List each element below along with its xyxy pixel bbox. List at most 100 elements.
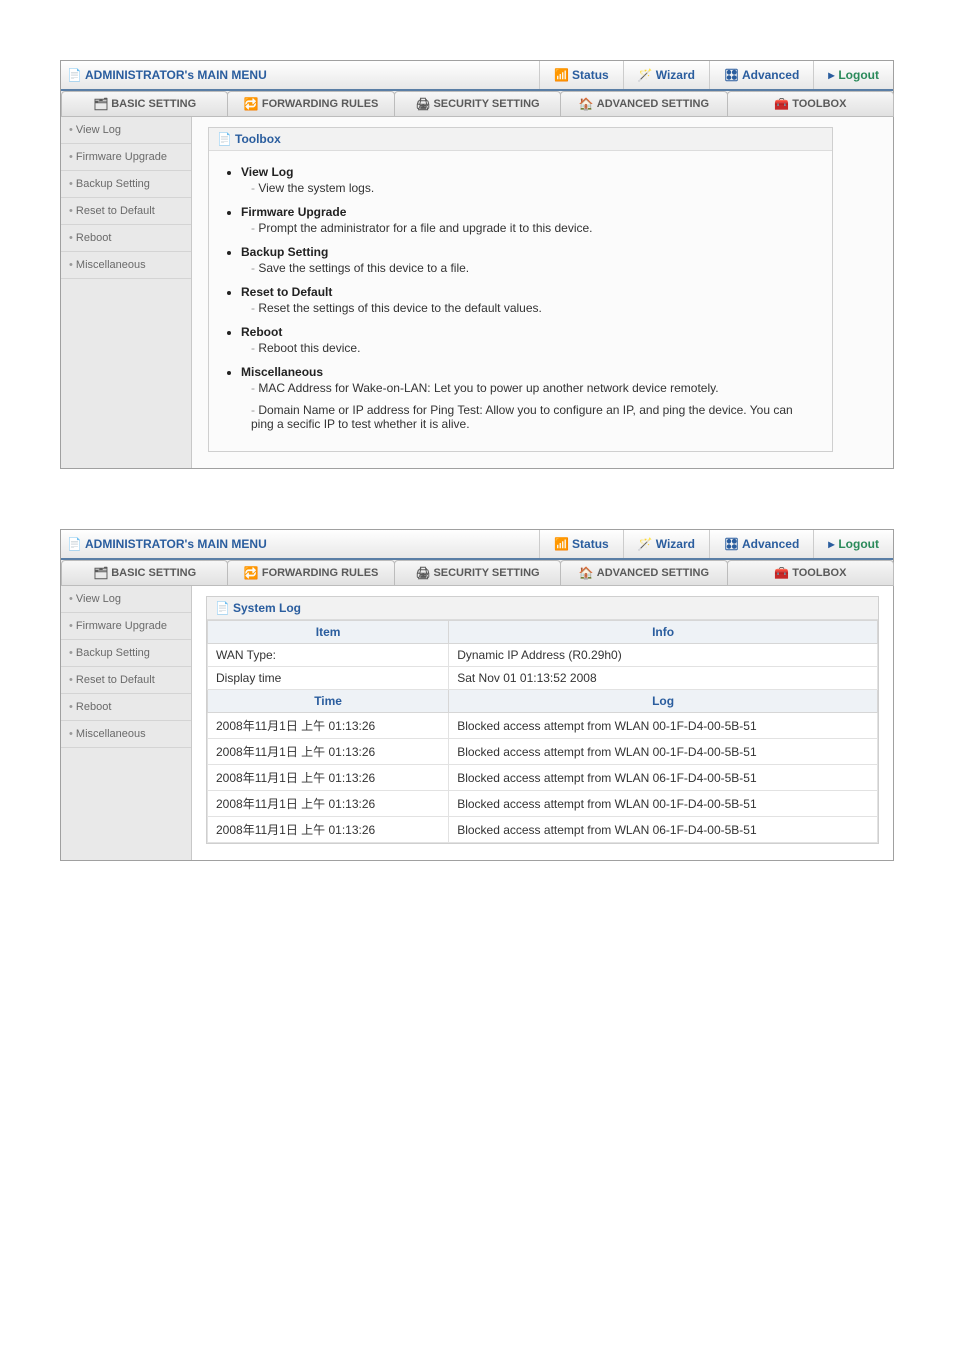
- tab-advanced[interactable]: ADVANCED SETTING: [560, 91, 727, 117]
- table-row: 2008年11月1日 上午 01:13:26 Blocked access at…: [208, 817, 878, 843]
- top-bar-2: ADMINISTRATOR's MAIN MENU Status Wizard …: [61, 530, 893, 560]
- table-row: Display time Sat Nov 01 01:13:52 2008: [208, 667, 878, 690]
- toolbox-backup-title: Backup Setting: [241, 245, 328, 259]
- topbar-status[interactable]: Status: [539, 61, 623, 89]
- sidebar-item-backup-2[interactable]: Backup Setting: [61, 640, 191, 667]
- advanced-tab-icon: [579, 566, 593, 580]
- col-time: Time: [208, 690, 449, 713]
- systemlog-head: System Log: [207, 597, 878, 620]
- toolbox-backup[interactable]: Backup Setting Save the settings of this…: [241, 245, 814, 281]
- sidebar-item-reset[interactable]: Reset to Default: [61, 198, 191, 225]
- info-val: Dynamic IP Address (R0.29h0): [449, 644, 878, 667]
- table-row: WAN Type: Dynamic IP Address (R0.29h0): [208, 644, 878, 667]
- topbar-logout[interactable]: ▸ Logout: [813, 61, 893, 89]
- log-msg: Blocked access attempt from WLAN 00-1F-D…: [449, 739, 878, 765]
- toolbox-viewlog-title: View Log: [241, 165, 293, 179]
- tab-forwarding-2[interactable]: FORWARDING RULES: [227, 560, 394, 586]
- toolbox-viewlog[interactable]: View Log View the system logs.: [241, 165, 814, 201]
- toolbox-misc-desc2: Domain Name or IP address for Ping Test:…: [241, 401, 814, 437]
- topbar-advanced[interactable]: Advanced: [709, 61, 813, 89]
- toolbox-firmware-desc: Prompt the administrator for a file and …: [241, 219, 814, 241]
- table-row: 2008年11月1日 上午 01:13:26 Blocked access at…: [208, 765, 878, 791]
- toolbox-viewlog-desc: View the system logs.: [241, 179, 814, 201]
- systemlog-table: Item Info WAN Type: Dynamic IP Address (…: [207, 620, 878, 843]
- toolbox-misc-title: Miscellaneous: [241, 365, 323, 379]
- topbar-wizard-label-2: Wizard: [656, 537, 695, 551]
- log-time: 2008年11月1日 上午 01:13:26: [208, 817, 449, 843]
- toolbox-reboot-title: Reboot: [241, 325, 282, 339]
- table-row: 2008年11月1日 上午 01:13:26 Blocked access at…: [208, 791, 878, 817]
- topbar-logout-label-2: Logout: [838, 537, 879, 551]
- info-key: WAN Type:: [208, 644, 449, 667]
- sidebar-item-firmware[interactable]: Firmware Upgrade: [61, 144, 191, 171]
- tab-forwarding-label-2: FORWARDING RULES: [262, 567, 379, 579]
- panel-systemlog: ADMINISTRATOR's MAIN MENU Status Wizard …: [60, 529, 894, 861]
- tab-security-label: SECURITY SETTING: [433, 98, 539, 110]
- tab-toolbox-2[interactable]: TOOLBOX: [727, 560, 894, 586]
- tab-basic-label-2: BASIC SETTING: [111, 567, 196, 579]
- advanced-icon: [724, 68, 738, 82]
- sidebar-item-firmware-2[interactable]: Firmware Upgrade: [61, 613, 191, 640]
- tab-advanced-2[interactable]: ADVANCED SETTING: [560, 560, 727, 586]
- toolbox-icon: [774, 97, 788, 111]
- status-icon: [554, 537, 568, 551]
- sidebar-item-reboot[interactable]: Reboot: [61, 225, 191, 252]
- tab-advanced-label: ADVANCED SETTING: [597, 98, 709, 110]
- tab-forwarding[interactable]: FORWARDING RULES: [227, 91, 394, 117]
- toolbox-reset[interactable]: Reset to Default Reset the settings of t…: [241, 285, 814, 321]
- forwarding-icon: [244, 97, 258, 111]
- panel-toolbox: ADMINISTRATOR's MAIN MENU Status Wizard …: [60, 60, 894, 469]
- tab-basic-2[interactable]: BASIC SETTING: [61, 560, 228, 586]
- advanced-tab-icon: [579, 97, 593, 111]
- log-time: 2008年11月1日 上午 01:13:26: [208, 791, 449, 817]
- topbar-wizard[interactable]: Wizard: [623, 61, 709, 89]
- sidebar: View Log Firmware Upgrade Backup Setting…: [61, 117, 192, 468]
- topbar-advanced-2[interactable]: Advanced: [709, 530, 813, 558]
- toolbox-misc[interactable]: Miscellaneous MAC Address for Wake-on-LA…: [241, 365, 814, 437]
- sidebar-item-viewlog-2[interactable]: View Log: [61, 586, 191, 613]
- toolbox-reboot[interactable]: Reboot Reboot this device.: [241, 325, 814, 361]
- topbar-logout-2[interactable]: ▸ Logout: [813, 530, 893, 558]
- note-icon: [217, 132, 231, 146]
- forwarding-icon: [244, 566, 258, 580]
- log-time: 2008年11月1日 上午 01:13:26: [208, 713, 449, 739]
- toolbox-title: Toolbox: [235, 132, 281, 146]
- table-row: 2008年11月1日 上午 01:13:26 Blocked access at…: [208, 713, 878, 739]
- sidebar-2: View Log Firmware Upgrade Backup Setting…: [61, 586, 192, 860]
- tab-toolbox-label-2: TOOLBOX: [792, 567, 846, 579]
- basic-icon: [93, 97, 107, 111]
- toolbox-box: Toolbox View Log View the system logs. F…: [208, 127, 833, 452]
- toolbox-icon: [774, 566, 788, 580]
- toolbox-misc-desc1: MAC Address for Wake-on-LAN: Let you to …: [241, 379, 814, 401]
- toolbox-reset-desc: Reset the settings of this device to the…: [241, 299, 814, 321]
- tab-bar: BASIC SETTING FORWARDING RULES SECURITY …: [61, 91, 893, 117]
- note-icon: [215, 601, 229, 615]
- topbar-status-2[interactable]: Status: [539, 530, 623, 558]
- tab-bar-2: BASIC SETTING FORWARDING RULES SECURITY …: [61, 560, 893, 586]
- sidebar-item-reboot-2[interactable]: Reboot: [61, 694, 191, 721]
- col-info: Info: [449, 621, 878, 644]
- tab-toolbox[interactable]: TOOLBOX: [727, 91, 894, 117]
- sidebar-item-reset-2[interactable]: Reset to Default: [61, 667, 191, 694]
- sidebar-item-misc-2[interactable]: Miscellaneous: [61, 721, 191, 748]
- tab-security-2[interactable]: SECURITY SETTING: [394, 560, 561, 586]
- tab-basic-label: BASIC SETTING: [111, 98, 196, 110]
- sidebar-item-backup[interactable]: Backup Setting: [61, 171, 191, 198]
- log-msg: Blocked access attempt from WLAN 06-1F-D…: [449, 817, 878, 843]
- tab-forwarding-label: FORWARDING RULES: [262, 98, 379, 110]
- log-msg: Blocked access attempt from WLAN 06-1F-D…: [449, 765, 878, 791]
- sidebar-item-viewlog[interactable]: View Log: [61, 117, 191, 144]
- note-icon: [67, 68, 81, 82]
- info-key: Display time: [208, 667, 449, 690]
- topbar-wizard-2[interactable]: Wizard: [623, 530, 709, 558]
- tab-security[interactable]: SECURITY SETTING: [394, 91, 561, 117]
- security-icon: [415, 97, 429, 111]
- sidebar-item-misc[interactable]: Miscellaneous: [61, 252, 191, 279]
- log-time: 2008年11月1日 上午 01:13:26: [208, 765, 449, 791]
- topbar-status-label-2: Status: [572, 537, 609, 551]
- wizard-icon: [638, 68, 652, 82]
- tab-toolbox-label: TOOLBOX: [792, 98, 846, 110]
- toolbox-firmware[interactable]: Firmware Upgrade Prompt the administrato…: [241, 205, 814, 241]
- tab-basic[interactable]: BASIC SETTING: [61, 91, 228, 117]
- topbar-logout-label: Logout: [838, 68, 879, 82]
